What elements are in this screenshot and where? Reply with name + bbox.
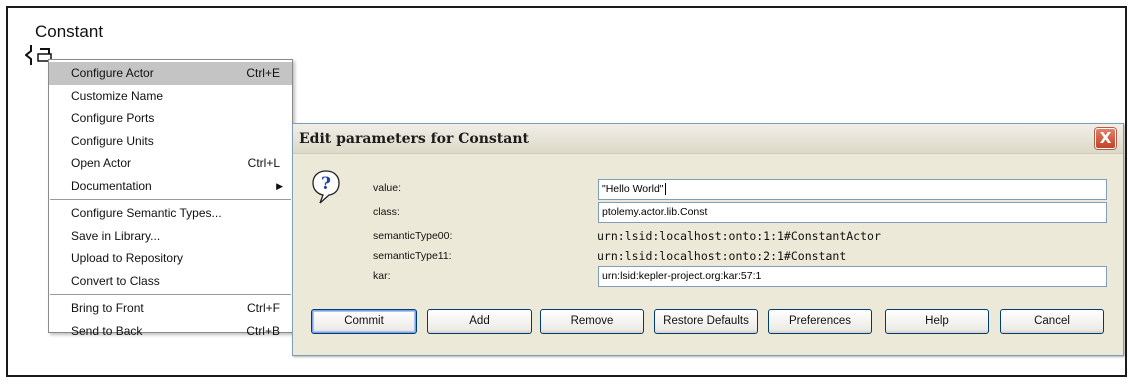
- menu-item-label: Open Actor: [71, 156, 132, 170]
- dialog-button-row: Commit Add Remove Restore Defaults Prefe…: [301, 309, 1115, 336]
- semantictype00-value: urn:lsid:localhost:onto:1:1#ConstantActo…: [597, 229, 881, 243]
- chevron-right-icon: ▶: [276, 180, 283, 191]
- menu-item-configure-semantic-types[interactable]: Configure Semantic Types...: [49, 202, 292, 225]
- workflow-canvas[interactable]: Constant Configure Actor Ctrl+E Customiz…: [6, 6, 1127, 377]
- menu-item-label: Configure Ports: [71, 111, 155, 125]
- menu-item-label: Documentation: [71, 178, 152, 193]
- menu-item-configure-units[interactable]: Configure Units: [49, 130, 292, 153]
- class-field[interactable]: ptolemy.actor.lib.Const: [598, 202, 1107, 223]
- menu-item-label: Configure Semantic Types...: [71, 206, 222, 220]
- commit-button[interactable]: Commit: [311, 309, 417, 334]
- menu-item-shortcut: Ctrl+E: [246, 66, 280, 80]
- menu-item-shortcut: Ctrl+L: [247, 156, 280, 170]
- cancel-button[interactable]: Cancel: [1000, 309, 1104, 334]
- menu-item-label: Bring to Front: [71, 301, 144, 315]
- menu-item-configure-ports[interactable]: Configure Ports: [49, 107, 292, 130]
- svg-text:?: ?: [321, 174, 331, 194]
- menu-item-bring-to-front[interactable]: Bring to Front Ctrl+F: [49, 297, 292, 320]
- menu-item-upload-to-repository[interactable]: Upload to Repository: [49, 247, 292, 270]
- menu-item-documentation[interactable]: Documentation ▶: [49, 175, 292, 198]
- preferences-button[interactable]: Preferences: [768, 309, 872, 334]
- menu-item-convert-to-class[interactable]: Convert to Class: [49, 270, 292, 293]
- dialog-title: Edit parameters for Constant: [299, 131, 529, 147]
- param-label-semantictype00: semanticType00:: [373, 230, 453, 242]
- edit-parameters-dialog: Edit parameters for Constant X ? value: …: [292, 123, 1124, 356]
- actor-context-menu: Configure Actor Ctrl+E Customize Name Co…: [48, 59, 293, 338]
- close-icon[interactable]: X: [1095, 128, 1116, 149]
- restore-defaults-button[interactable]: Restore Defaults: [654, 309, 758, 334]
- menu-item-label: Send to Back: [71, 323, 143, 338]
- add-button[interactable]: Add: [427, 309, 532, 334]
- menu-item-send-to-back[interactable]: Send to Back Ctrl+B: [49, 320, 292, 343]
- menu-item-label: Upload to Repository: [71, 251, 184, 265]
- menu-separator: [50, 199, 291, 200]
- param-label-kar: kar:: [373, 270, 391, 282]
- menu-item-label: Save in Library...: [71, 228, 161, 243]
- param-label-semantictype11: semanticType11:: [373, 250, 452, 262]
- text-caret: [664, 183, 666, 196]
- menu-separator: [50, 294, 291, 295]
- dialog-titlebar[interactable]: Edit parameters for Constant X: [293, 124, 1123, 154]
- help-button[interactable]: Help: [885, 309, 989, 334]
- menu-item-label: Customize Name: [71, 88, 164, 103]
- menu-item-open-actor[interactable]: Open Actor Ctrl+L: [49, 152, 292, 175]
- value-field-text: "Hello World": [602, 183, 664, 195]
- menu-item-label: Configure Actor: [71, 66, 154, 80]
- semantictype11-value: urn:lsid:localhost:onto:2:1#Constant: [597, 249, 847, 263]
- menu-item-label: Configure Units: [71, 133, 154, 148]
- menu-item-label: Convert to Class: [71, 273, 160, 288]
- question-icon: ?: [312, 170, 340, 204]
- menu-item-configure-actor[interactable]: Configure Actor Ctrl+E: [49, 62, 292, 85]
- actor-title: Constant: [35, 22, 104, 41]
- value-field[interactable]: "Hello World": [598, 179, 1107, 200]
- menu-item-save-in-library[interactable]: Save in Library...: [49, 225, 292, 248]
- param-label-class: class:: [373, 206, 400, 218]
- param-label-value: value:: [373, 182, 402, 194]
- remove-button[interactable]: Remove: [540, 309, 644, 334]
- menu-item-customize-name[interactable]: Customize Name: [49, 85, 292, 108]
- menu-item-shortcut: Ctrl+B: [246, 323, 280, 338]
- kar-field[interactable]: urn:lsid:kepler-project.org:kar:57:1: [598, 266, 1107, 287]
- menu-item-shortcut: Ctrl+F: [247, 301, 280, 315]
